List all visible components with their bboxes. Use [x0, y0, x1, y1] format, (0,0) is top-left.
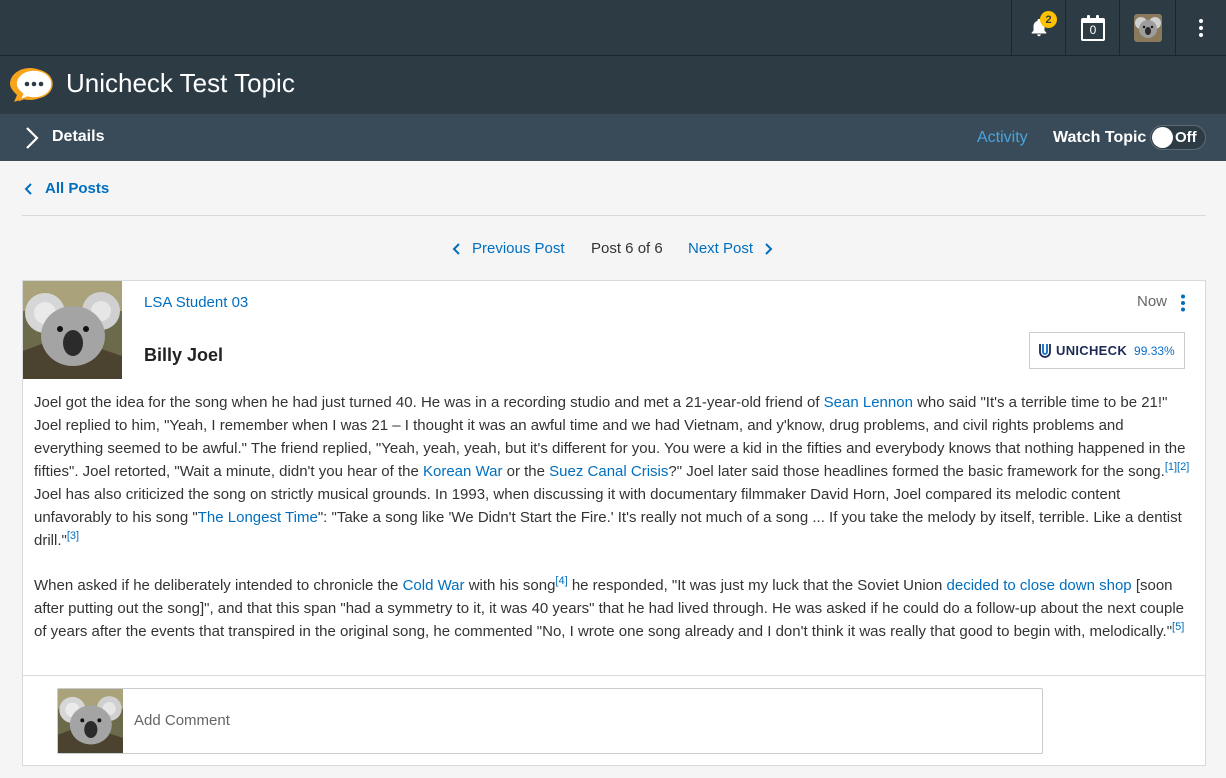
toggle-state-label: Off: [1175, 129, 1197, 146]
toggle-knob: [1152, 127, 1173, 148]
unicheck-badge[interactable]: UNICHECK 99.33%: [1029, 332, 1185, 369]
topic-header: Unicheck Test Topic: [0, 56, 1226, 114]
chat-bubble-logo-icon: [10, 66, 56, 109]
citation-link[interactable]: [5]: [1172, 621, 1184, 633]
avatar: [58, 689, 123, 753]
post-paragraph: Joel got the idea for the song when he h…: [34, 391, 1196, 552]
notification-badge: 2: [1040, 11, 1057, 28]
unicheck-logo-icon: [1039, 343, 1051, 358]
add-comment-input[interactable]: Add Comment: [57, 688, 1043, 754]
topic-subbar: Details Activity Watch Topic: [0, 114, 1226, 161]
post-options-button[interactable]: [1180, 294, 1186, 317]
vertical-dots-icon: [1181, 294, 1185, 312]
koala-photo-icon: [58, 689, 123, 753]
post-card: LSA Student 03 Billy Joel Now UNICHECK 9…: [22, 280, 1206, 766]
author-name-link[interactable]: LSA Student 03: [144, 294, 248, 311]
body-text: When asked if he deliberately intended t…: [34, 577, 403, 594]
comment-placeholder: Add Comment: [134, 712, 230, 729]
chevron-right-icon[interactable]: [24, 126, 40, 155]
chevron-left-icon: [452, 242, 460, 255]
unicheck-brand: UNICHECK: [1056, 343, 1128, 358]
koala-avatar-icon: [1133, 13, 1162, 42]
previous-post-link[interactable]: Previous Post: [452, 240, 565, 257]
page-title: Unicheck Test Topic: [66, 68, 295, 98]
post-title: Billy Joel: [144, 345, 224, 365]
more-options-button[interactable]: [1175, 0, 1226, 55]
divider: [23, 675, 1205, 676]
vertical-dots-icon: [1199, 18, 1203, 37]
author-avatar: [23, 281, 122, 379]
citation-link[interactable]: [1][2]: [1165, 461, 1189, 473]
body-text: Joel got the idea for the song when he h…: [34, 394, 824, 411]
post-body: Joel got the idea for the song when he h…: [34, 391, 1196, 665]
suez-canal-crisis-link[interactable]: Suez Canal Crisis: [549, 463, 668, 480]
body-text: ?" Joel later said those headlines forme…: [668, 463, 1165, 480]
post-timestamp: Now: [1137, 293, 1168, 310]
cold-war-link[interactable]: Cold War: [403, 577, 465, 594]
calendar-button[interactable]: 0: [1065, 0, 1119, 55]
longest-time-link[interactable]: The Longest Time: [198, 509, 318, 526]
chevron-left-icon: [24, 182, 32, 195]
post-paragraph: When asked if he deliberately intended t…: [34, 574, 1196, 643]
sean-lennon-link[interactable]: Sean Lennon: [824, 394, 913, 411]
unicheck-score: 99.33%: [1134, 343, 1175, 358]
body-text: he responded, "It was just my luck that …: [567, 577, 947, 594]
notifications-button[interactable]: 2: [1011, 0, 1065, 55]
next-post-link[interactable]: Next Post: [688, 240, 773, 257]
citation-link[interactable]: [4]: [555, 575, 567, 587]
watch-topic-label: Watch Topic: [1053, 129, 1147, 146]
divider: [22, 215, 1206, 216]
calendar-count: 0: [1089, 23, 1097, 37]
close-down-shop-link[interactable]: decided to close down shop: [947, 577, 1132, 594]
body-text: with his song: [464, 577, 556, 594]
user-avatar-button[interactable]: [1119, 0, 1175, 55]
all-posts-label: All Posts: [45, 180, 110, 197]
korean-war-link[interactable]: Korean War: [423, 463, 502, 480]
avatar: [1133, 13, 1162, 42]
next-post-label: Next Post: [688, 240, 754, 257]
details-toggle[interactable]: Details: [52, 128, 104, 146]
activity-link[interactable]: Activity: [977, 129, 1028, 147]
previous-post-label: Previous Post: [472, 240, 565, 257]
watch-topic-toggle[interactable]: Off: [1150, 125, 1206, 150]
body-text: or the: [502, 463, 550, 480]
chevron-right-icon: [765, 242, 773, 255]
all-posts-link[interactable]: All Posts: [24, 180, 109, 197]
koala-photo-icon: [23, 281, 122, 379]
post-position: Post 6 of 6: [591, 240, 663, 257]
citation-link[interactable]: [3]: [67, 530, 79, 542]
global-topbar: 2 0: [0, 0, 1226, 56]
